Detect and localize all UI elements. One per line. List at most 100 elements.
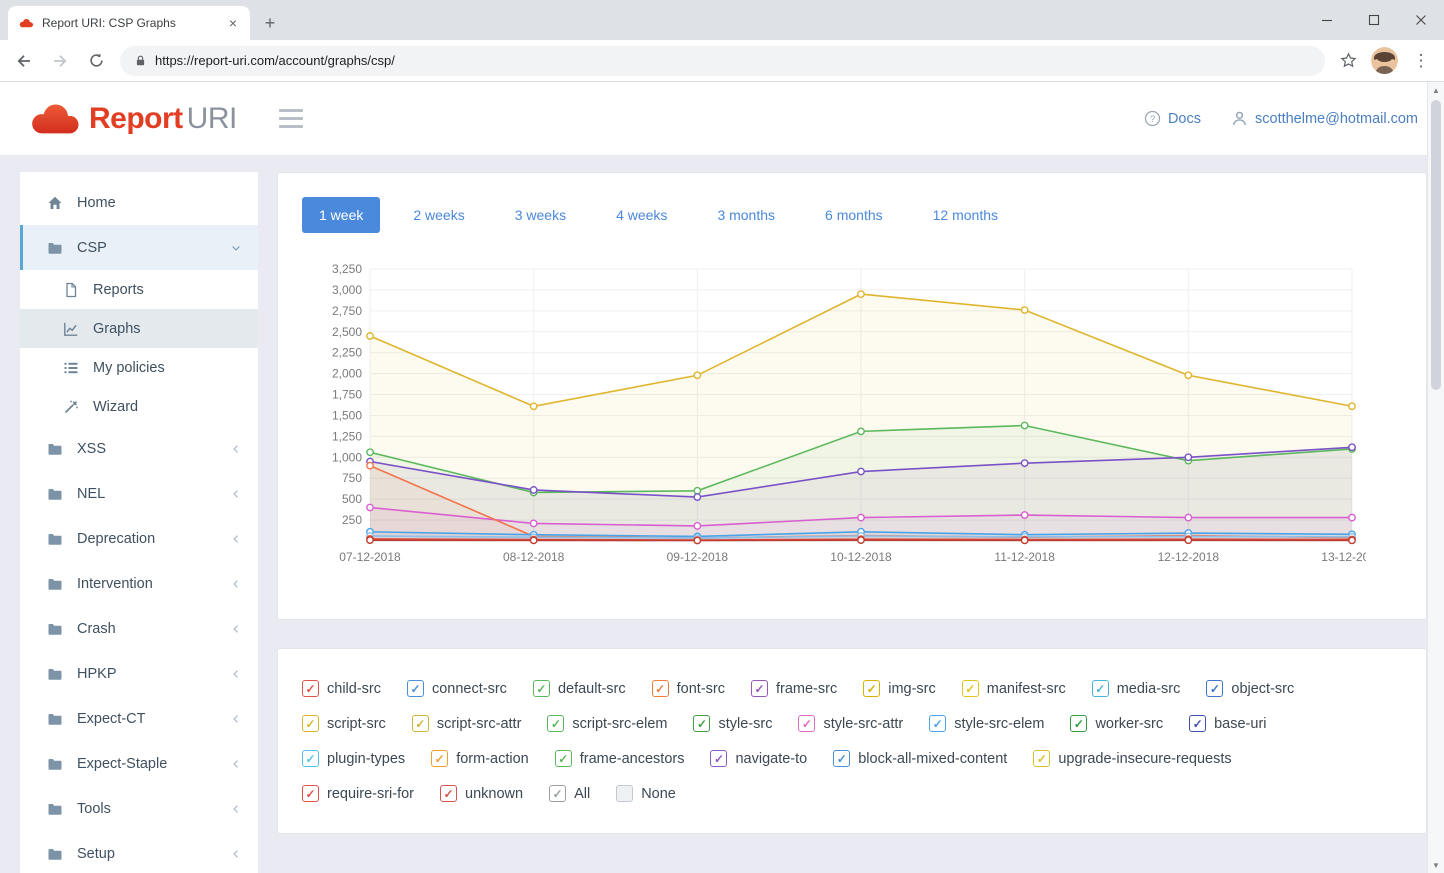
bookmark-star-icon[interactable]: [1333, 46, 1363, 76]
chevron-left-icon: [230, 623, 242, 635]
chevron-left-icon: [230, 668, 242, 680]
filter-frame-src[interactable]: ✓frame-src: [751, 680, 837, 697]
filter-script-src[interactable]: ✓script-src: [302, 715, 386, 732]
filter-label: All: [574, 786, 590, 802]
csp-line-chart: 2505007501,0001,2501,5001,7502,0002,2502…: [306, 261, 1366, 573]
filter-label: None: [641, 786, 676, 802]
filter-label: base-uri: [1214, 716, 1266, 732]
svg-text:250: 250: [342, 513, 362, 527]
chevron-down-icon: [230, 242, 242, 254]
filter-script-src-attr[interactable]: ✓script-src-attr: [412, 715, 522, 732]
sidebar-item-setup[interactable]: Setup: [20, 831, 258, 873]
sidebar-item-home[interactable]: Home: [20, 180, 258, 225]
time-tab-3-weeks[interactable]: 3 weeks: [498, 197, 583, 233]
filter-none[interactable]: None: [616, 785, 676, 802]
filter-form-action[interactable]: ✓form-action: [431, 750, 529, 767]
time-tab-6-months[interactable]: 6 months: [808, 197, 900, 233]
scroll-down-arrow[interactable]: ▼: [1428, 857, 1444, 873]
folder-icon: [47, 576, 65, 592]
minimize-button[interactable]: [1303, 0, 1350, 40]
logo-word-report: Report: [89, 102, 183, 135]
filter-script-src-elem[interactable]: ✓script-src-elem: [547, 715, 667, 732]
sidebar-item-csp[interactable]: CSP: [20, 225, 258, 270]
tab-close-icon[interactable]: ×: [224, 14, 242, 32]
folder-icon: [47, 441, 65, 457]
filter-label: script-src-elem: [572, 716, 667, 732]
filter-font-src[interactable]: ✓font-src: [652, 680, 725, 697]
maximize-button[interactable]: [1350, 0, 1397, 40]
filter-label: frame-ancestors: [580, 751, 685, 767]
sidebar-item-reports[interactable]: Reports: [20, 270, 258, 309]
filter-connect-src[interactable]: ✓connect-src: [407, 680, 507, 697]
filter-object-src[interactable]: ✓object-src: [1206, 680, 1294, 697]
filter-style-src-elem[interactable]: ✓style-src-elem: [929, 715, 1044, 732]
filter-require-sri-for[interactable]: ✓require-sri-for: [302, 785, 414, 802]
sidebar-item-tools[interactable]: Tools: [20, 786, 258, 831]
browser-menu-icon[interactable]: ⋮: [1406, 46, 1436, 76]
forward-button[interactable]: [44, 45, 76, 77]
filter-unknown[interactable]: ✓unknown: [440, 785, 523, 802]
filter-media-src[interactable]: ✓media-src: [1092, 680, 1181, 697]
filter-upgrade-insecure-requests[interactable]: ✓upgrade-insecure-requests: [1033, 750, 1231, 767]
filter-label: style-src: [718, 716, 772, 732]
account-link[interactable]: scotthelme@hotmail.com: [1231, 110, 1418, 127]
address-bar[interactable]: https://report-uri.com/account/graphs/cs…: [120, 46, 1325, 76]
browser-titlebar: Report URI: CSP Graphs × +: [0, 0, 1444, 40]
time-tab-12-months[interactable]: 12 months: [916, 197, 1015, 233]
scroll-up-arrow[interactable]: ▲: [1428, 82, 1444, 98]
sidebar-item-expect-staple[interactable]: Expect-Staple: [20, 741, 258, 786]
filter-worker-src[interactable]: ✓worker-src: [1070, 715, 1163, 732]
filter-navigate-to[interactable]: ✓navigate-to: [710, 750, 807, 767]
checkbox-icon: ✓: [533, 680, 550, 697]
close-button[interactable]: [1397, 0, 1444, 40]
sidebar-item-xss[interactable]: XSS: [20, 426, 258, 471]
filter-frame-ancestors[interactable]: ✓frame-ancestors: [555, 750, 685, 767]
chart-container: 2505007501,0001,2501,5001,7502,0002,2502…: [302, 261, 1402, 578]
time-tab-4-weeks[interactable]: 4 weeks: [599, 197, 684, 233]
sidebar-item-deprecation[interactable]: Deprecation: [20, 516, 258, 561]
page-scrollbar[interactable]: ▲ ▼: [1427, 82, 1444, 873]
time-tab-2-weeks[interactable]: 2 weeks: [396, 197, 481, 233]
logo-word-uri: URI: [187, 102, 237, 135]
sidebar-item-intervention[interactable]: Intervention: [20, 561, 258, 606]
checkbox-icon: ✓: [1189, 715, 1206, 732]
sidebar-item-my-policies[interactable]: My policies: [20, 348, 258, 387]
sidebar-item-label: CSP: [77, 240, 107, 256]
back-button[interactable]: [8, 45, 40, 77]
profile-avatar[interactable]: [1371, 47, 1398, 74]
new-tab-button[interactable]: +: [256, 9, 284, 37]
time-tab-1-week[interactable]: 1 week: [302, 197, 380, 233]
checkbox-icon: ✓: [407, 680, 424, 697]
sidebar-item-nel[interactable]: NEL: [20, 471, 258, 516]
filter-manifest-src[interactable]: ✓manifest-src: [962, 680, 1066, 697]
chart-icon: [63, 321, 81, 337]
filter-style-src[interactable]: ✓style-src: [693, 715, 772, 732]
sidebar-item-crash[interactable]: Crash: [20, 606, 258, 651]
sidebar-item-expect-ct[interactable]: Expect-CT: [20, 696, 258, 741]
sidebar-item-label: My policies: [93, 360, 165, 376]
filter-block-all-mixed-content[interactable]: ✓block-all-mixed-content: [833, 750, 1007, 767]
filter-all[interactable]: ✓All: [549, 785, 590, 802]
time-range-tabs: 1 week 2 weeks 3 weeks 4 weeks 3 months 6 mon…: [302, 197, 1402, 233]
svg-text:1,250: 1,250: [332, 429, 362, 443]
hamburger-menu-icon[interactable]: [279, 109, 303, 128]
filter-base-uri[interactable]: ✓ base-uri: [1189, 715, 1266, 732]
filter-label: navigate-to: [735, 751, 807, 767]
docs-link[interactable]: ? Docs: [1144, 110, 1201, 127]
filter-plugin-types[interactable]: ✓plugin-types: [302, 750, 405, 767]
reload-button[interactable]: [80, 45, 112, 77]
filter-img-src[interactable]: ✓img-src: [863, 680, 936, 697]
filter-style-src-attr[interactable]: ✓style-src-attr: [798, 715, 903, 732]
sidebar-item-wizard[interactable]: Wizard: [20, 387, 258, 426]
sidebar-item-graphs[interactable]: Graphs: [20, 309, 258, 348]
time-tab-3-months[interactable]: 3 months: [700, 197, 792, 233]
filter-default-src[interactable]: ✓default-src: [533, 680, 626, 697]
sidebar-item-hpkp[interactable]: HPKP: [20, 651, 258, 696]
url-text: https://report-uri.com/account/graphs/cs…: [155, 53, 395, 68]
filter-row: ✓child-src ✓connect-src ✓default-src ✓font-…: [302, 671, 1402, 706]
scrollbar-thumb[interactable]: [1431, 100, 1441, 390]
browser-tab[interactable]: Report URI: CSP Graphs ×: [8, 6, 250, 40]
filter-child-src[interactable]: ✓child-src: [302, 680, 381, 697]
report-uri-logo[interactable]: ReportURI: [26, 101, 237, 136]
svg-text:?: ?: [1150, 114, 1155, 125]
